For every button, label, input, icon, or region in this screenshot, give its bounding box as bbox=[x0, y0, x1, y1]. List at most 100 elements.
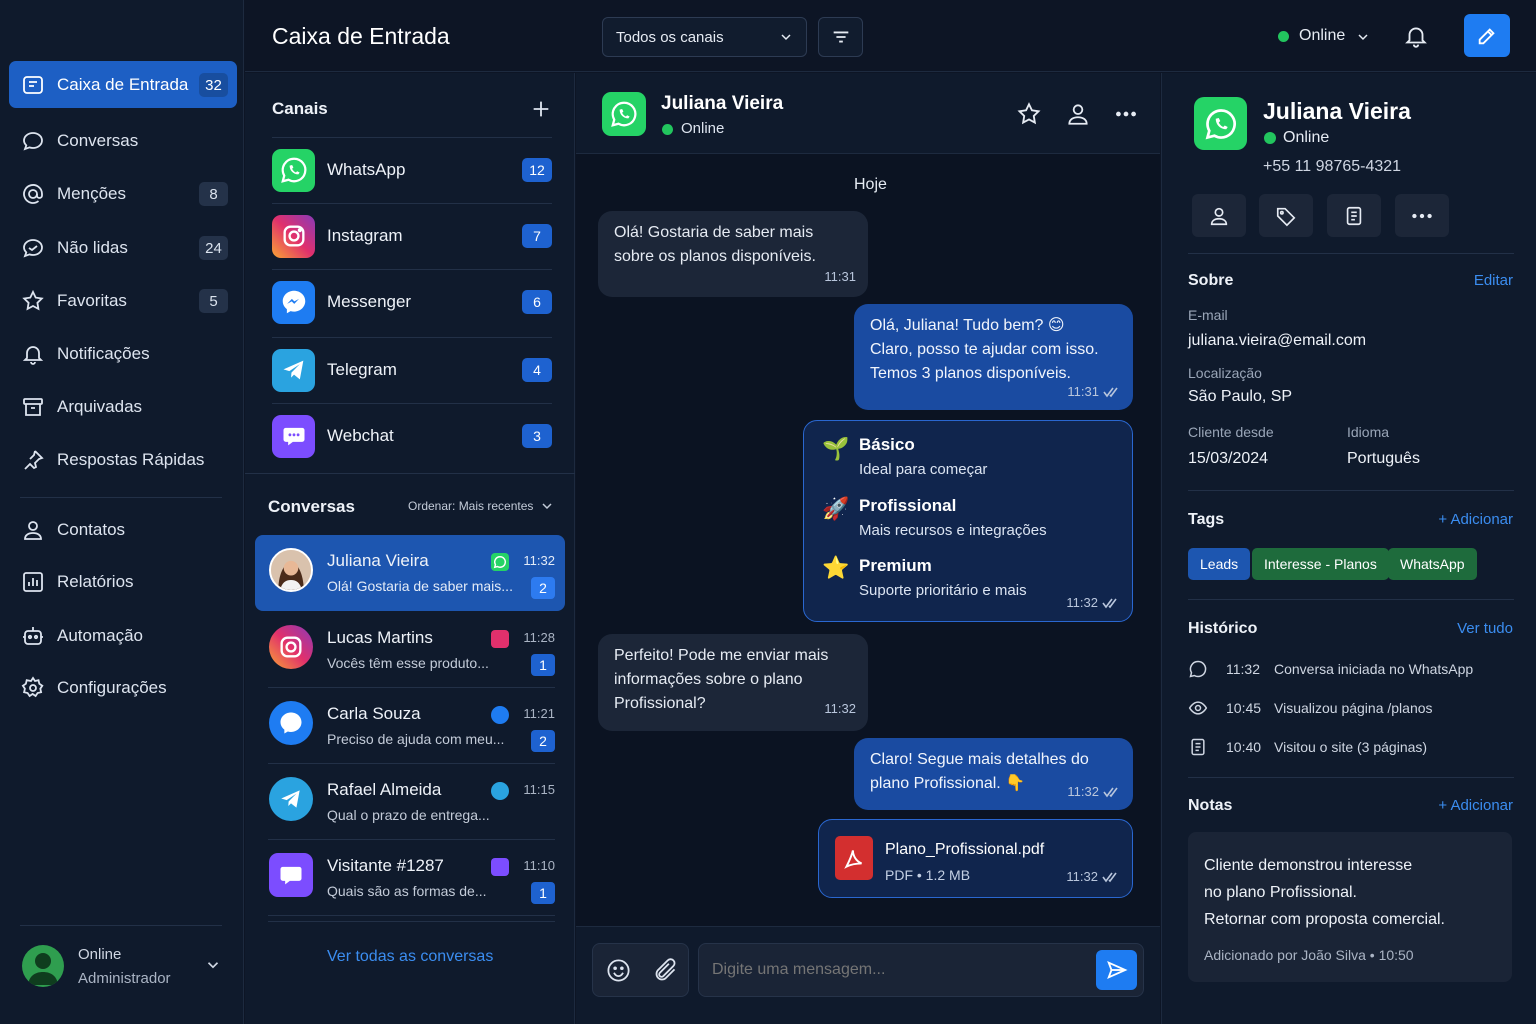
status-selector[interactable]: Online bbox=[1299, 27, 1345, 45]
sidebar-item-quick-replies[interactable]: Respostas Rápidas bbox=[9, 436, 237, 483]
view-profile-button[interactable] bbox=[1192, 194, 1246, 237]
view-all-conversations-link[interactable]: Ver todas as conversas bbox=[327, 948, 493, 966]
count-badge: 4 bbox=[522, 358, 552, 382]
channel-name: Webchat bbox=[327, 426, 394, 445]
chat-contact-name: Juliana Vieira bbox=[661, 93, 784, 114]
sidebar-item-label: Favoritas bbox=[57, 290, 127, 310]
contact-icon bbox=[21, 518, 45, 542]
sidebar-item-conversations[interactable]: Conversas bbox=[9, 117, 237, 164]
telegram-icon bbox=[269, 777, 313, 821]
file-meta: PDF • 1.2 MB bbox=[885, 867, 971, 883]
sidebar-item-mentions[interactable]: Menções 8 bbox=[9, 170, 237, 217]
count-badge: 3 bbox=[522, 424, 552, 448]
chevron-down-icon[interactable] bbox=[539, 498, 555, 514]
history-item: 10:45 Visualizou página /planos bbox=[1188, 696, 1518, 720]
message-line: sobre os planos disponíveis. bbox=[614, 248, 816, 265]
compose-button[interactable] bbox=[1464, 14, 1510, 57]
tag-button[interactable] bbox=[1259, 194, 1313, 237]
unread-badge: 1 bbox=[531, 882, 555, 904]
emoji-icon[interactable] bbox=[605, 957, 632, 984]
sidebar-item-label: Não lidas bbox=[57, 237, 128, 257]
sidebar-item-settings[interactable]: Configurações bbox=[9, 664, 237, 711]
sidebar-item-label: Menções bbox=[57, 183, 126, 203]
outgoing-message: Olá, Juliana! Tudo bem? 😊 Claro, posso t… bbox=[854, 304, 1133, 410]
conversation-item[interactable]: Rafael Almeida Qual o prazo de entrega..… bbox=[255, 764, 565, 840]
message-input[interactable] bbox=[698, 943, 1144, 997]
send-button[interactable] bbox=[1096, 950, 1137, 990]
conversation-item[interactable]: Lucas Martins Vocês têm esse produto... … bbox=[255, 612, 565, 688]
sidebar-item-label: Relatórios bbox=[57, 571, 134, 591]
sidebar-item-unread[interactable]: Não lidas 24 bbox=[9, 224, 237, 271]
chevron-down-icon[interactable] bbox=[204, 956, 222, 974]
contact-name: Juliana Vieira bbox=[327, 551, 429, 570]
email-value: juliana.vieira@email.com bbox=[1188, 332, 1367, 349]
chat-bubble-icon bbox=[21, 129, 45, 153]
sidebar-item-automation[interactable]: Automação bbox=[9, 612, 237, 659]
message-line: Olá, Juliana! Tudo bem? 😊 bbox=[870, 317, 1065, 334]
send-icon bbox=[1106, 959, 1128, 981]
more-options-icon[interactable] bbox=[1113, 101, 1139, 127]
channel-instagram[interactable]: Instagram 7 bbox=[272, 203, 552, 269]
sidebar-item-favorites[interactable]: Favoritas 5 bbox=[9, 277, 237, 324]
channel-webchat[interactable]: Webchat 3 bbox=[272, 403, 552, 469]
plan-name: Básico bbox=[859, 435, 915, 454]
chevron-down-icon[interactable] bbox=[1355, 29, 1371, 45]
telegram-icon bbox=[272, 348, 315, 392]
tag-chip[interactable]: Leads bbox=[1188, 548, 1251, 580]
sidebar-item-archived[interactable]: Arquivadas bbox=[9, 383, 237, 430]
language-label: Idioma bbox=[1347, 424, 1390, 440]
message-time: 11:32 bbox=[1066, 869, 1098, 884]
sidebar-item-reports[interactable]: Relatórios bbox=[9, 558, 237, 605]
edit-link[interactable]: Editar bbox=[1474, 272, 1513, 289]
sidebar-item-contacts[interactable]: Contatos bbox=[9, 506, 237, 553]
message-preview: Preciso de ajuda com meu... bbox=[327, 731, 505, 747]
email-label: E-mail bbox=[1188, 307, 1228, 323]
file-attachment-message[interactable]: Plano_Profissional.pdf PDF • 1.2 MB 11:3… bbox=[818, 819, 1133, 898]
channel-name: WhatsApp bbox=[327, 160, 406, 179]
add-note-link[interactable]: + Adicionar bbox=[1438, 797, 1513, 814]
note-line: Cliente demonstrou interesse bbox=[1204, 857, 1413, 874]
sidebar-item-label: Respostas Rápidas bbox=[57, 449, 205, 469]
channel-filter-select[interactable]: Todos os canais bbox=[602, 17, 807, 57]
incoming-message: Perfeito! Pode me enviar mais informaçõe… bbox=[598, 634, 868, 731]
sidebar-item-label: Automação bbox=[57, 625, 143, 645]
message-preview: Qual o prazo de entrega... bbox=[327, 807, 490, 823]
channel-messenger[interactable]: Messenger 6 bbox=[272, 269, 552, 335]
seedling-icon: 🌱 bbox=[822, 436, 850, 461]
bell-icon bbox=[21, 342, 45, 366]
count-badge: 5 bbox=[199, 289, 228, 313]
sidebar-item-notifications[interactable]: Notificações bbox=[9, 330, 237, 377]
contact-icon bbox=[1208, 205, 1230, 227]
star-icon[interactable] bbox=[1016, 101, 1042, 127]
eye-icon bbox=[1188, 698, 1210, 718]
add-tag-link[interactable]: + Adicionar bbox=[1438, 511, 1513, 528]
conversation-item[interactable]: Juliana Vieira Olá! Gostaria de saber ma… bbox=[255, 535, 565, 611]
contact-icon[interactable] bbox=[1065, 101, 1091, 127]
sidebar-item-inbox[interactable]: Caixa de Entrada 32 bbox=[9, 61, 237, 108]
attachment-icon[interactable] bbox=[652, 957, 679, 984]
conversation-item[interactable]: Visitante #1287 Quais são as formas de..… bbox=[255, 840, 565, 916]
tag-chip[interactable]: Interesse - Planos bbox=[1252, 548, 1389, 580]
sort-selector[interactable]: Ordenar: Mais recentes bbox=[408, 499, 533, 513]
bell-icon[interactable] bbox=[1403, 23, 1429, 49]
sidebar-item-label: Conversas bbox=[57, 130, 139, 150]
channel-whatsapp[interactable]: WhatsApp 12 bbox=[272, 137, 552, 203]
see-all-history-link[interactable]: Ver tudo bbox=[1457, 620, 1513, 637]
tag-chip[interactable]: WhatsApp bbox=[1388, 548, 1477, 580]
language-value: Português bbox=[1347, 450, 1420, 467]
filter-button[interactable] bbox=[818, 17, 863, 57]
channel-filter-value: Todos os canais bbox=[616, 29, 724, 46]
more-options-button[interactable] bbox=[1395, 194, 1449, 237]
history-time: 10:40 bbox=[1226, 739, 1262, 755]
section-divider bbox=[245, 473, 575, 474]
add-channel-icon[interactable] bbox=[530, 98, 552, 120]
notes-button[interactable] bbox=[1327, 194, 1381, 237]
avatar[interactable] bbox=[22, 945, 64, 987]
user-role: Administrador bbox=[78, 970, 171, 987]
message-line: Perfeito! Pode me enviar mais bbox=[614, 647, 829, 664]
conversation-item[interactable]: Carla Souza Preciso de ajuda com meu... … bbox=[255, 688, 565, 764]
plans-card-message: 🌱 Básico Ideal para começar 🚀 Profission… bbox=[803, 420, 1133, 622]
pdf-icon bbox=[835, 836, 873, 880]
channel-telegram[interactable]: Telegram 4 bbox=[272, 337, 552, 403]
more-options-icon bbox=[1409, 203, 1435, 229]
